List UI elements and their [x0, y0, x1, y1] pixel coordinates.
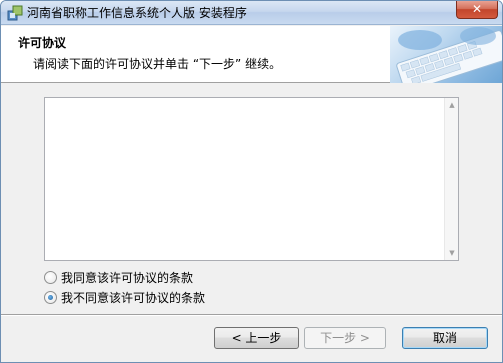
close-button[interactable]: ✕: [456, 1, 498, 19]
page-subtitle: 请阅读下面的许可协议并单击 “下一步” 继续。: [33, 57, 282, 71]
keyboard-banner-image: [390, 26, 502, 83]
license-scrollbar[interactable]: ▲ ▼: [444, 98, 458, 260]
next-button[interactable]: 下一步 >: [304, 327, 386, 349]
scroll-up-icon[interactable]: ▲: [445, 98, 459, 112]
license-text-area[interactable]: ▲ ▼: [44, 97, 459, 261]
installer-window: 河南省职称工作信息系统个人版 安装程序 ✕ 许可协议 请阅读下面的许可协议并单击…: [0, 0, 503, 363]
scroll-down-icon[interactable]: ▼: [445, 246, 459, 260]
window-title: 河南省职称工作信息系统个人版 安装程序: [27, 6, 247, 20]
disagree-label[interactable]: 我不同意该许可协议的条款: [61, 289, 205, 306]
agree-label[interactable]: 我同意该许可协议的条款: [61, 269, 193, 286]
agree-radio[interactable]: [44, 270, 57, 284]
installer-app-icon: [7, 5, 23, 21]
page-title: 许可协议: [18, 36, 67, 50]
footer-divider: [1, 314, 502, 316]
back-button[interactable]: < 上一步: [214, 327, 299, 349]
agree-option[interactable]: 我同意该许可协议的条款: [44, 269, 193, 285]
cancel-button[interactable]: 取消: [402, 327, 488, 349]
close-icon: ✕: [471, 2, 483, 16]
disagree-option[interactable]: 我不同意该许可协议的条款: [44, 289, 205, 305]
page-header: 许可协议 请阅读下面的许可协议并单击 “下一步” 继续。: [1, 26, 502, 83]
title-bar[interactable]: 河南省职称工作信息系统个人版 安装程序 ✕: [1, 1, 502, 25]
disagree-radio[interactable]: [44, 290, 57, 304]
